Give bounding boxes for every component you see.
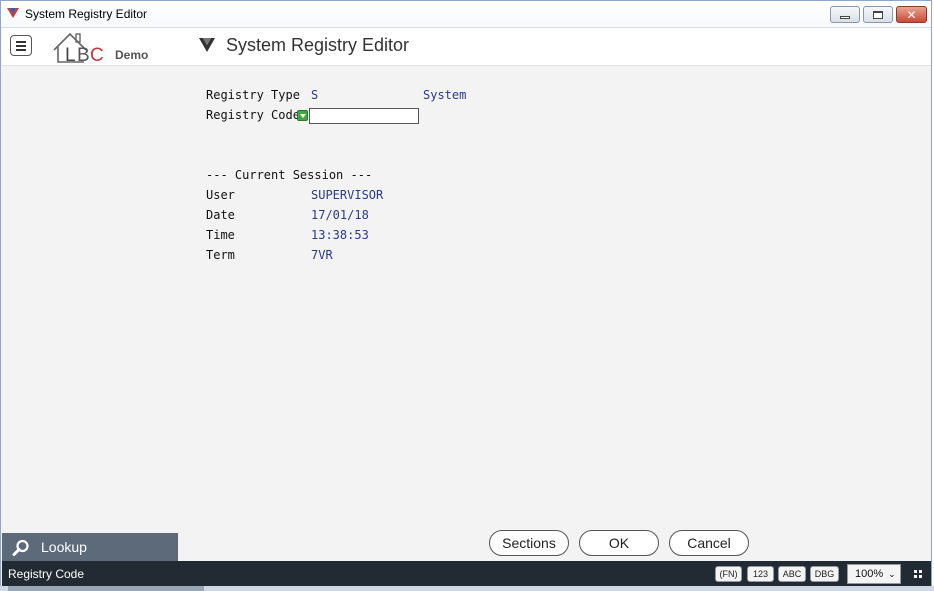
fn-mode-chip[interactable]: (FN): [715, 566, 742, 582]
sections-button[interactable]: Sections: [489, 530, 569, 556]
status-bar: Registry Code (FN) 123 ABC DBG 100% ⌄: [2, 561, 931, 587]
lookup-indicator-icon[interactable]: [297, 110, 308, 121]
registry-type-description: System: [423, 88, 467, 102]
svg-text:C: C: [90, 45, 104, 66]
window-title: System Registry Editor: [25, 7, 148, 21]
underlying-window-tab: [8, 586, 204, 591]
search-icon: [12, 539, 29, 556]
maximize-icon: [873, 10, 883, 19]
current-field-name: Registry Code: [8, 567, 85, 581]
session-time-label: Time: [206, 228, 235, 242]
app-header: L B C Demo System Registry Editor: [2, 28, 931, 66]
session-heading: --- Current Session ---: [206, 168, 373, 182]
registry-code-input[interactable]: [309, 108, 419, 124]
session-term-label: Term: [206, 248, 235, 262]
zoom-value: 100%: [855, 568, 884, 580]
numeric-mode-chip[interactable]: 123: [747, 566, 774, 582]
underlying-window-strip: [0, 586, 934, 591]
ok-button[interactable]: OK: [579, 530, 659, 556]
session-time-value: 13:38:53: [311, 228, 369, 242]
chevron-down-icon: ⌄: [888, 568, 896, 579]
hamburger-menu-button[interactable]: [10, 35, 32, 56]
registry-editor-icon: [199, 38, 215, 52]
app-window: System Registry Editor ✕ L B C Demo Syst…: [0, 0, 932, 591]
session-user-value: SUPERVISOR: [311, 188, 384, 202]
minimize-icon: [840, 15, 850, 19]
debug-mode-chip[interactable]: DBG: [810, 566, 839, 582]
hamburger-icon: [16, 41, 26, 43]
close-icon: ✕: [906, 7, 917, 22]
hamburger-icon-line: [16, 45, 26, 47]
session-user-label: User: [206, 188, 235, 202]
registry-code-label: Registry Code: [206, 108, 300, 122]
zoom-select[interactable]: 100% ⌄: [847, 564, 901, 584]
alpha-mode-chip[interactable]: ABC: [778, 566, 806, 582]
session-date-value: 17/01/18: [311, 208, 369, 222]
form-area: Registry Type S System Registry Code ---…: [2, 67, 931, 561]
page-title: System Registry Editor: [226, 35, 410, 55]
svg-text:B: B: [77, 45, 90, 66]
lookup-button[interactable]: Lookup: [2, 533, 178, 561]
hamburger-icon-line: [16, 49, 26, 51]
maximize-button[interactable]: [863, 6, 893, 23]
title-bar: System Registry Editor ✕: [1, 1, 931, 28]
cancel-button[interactable]: Cancel: [669, 530, 749, 556]
minimize-button[interactable]: [830, 6, 860, 23]
logo-subtitle: Demo: [115, 48, 149, 62]
app-logo-icon: [7, 8, 19, 18]
grid-icon[interactable]: [914, 570, 922, 578]
session-term-value: 7VR: [311, 248, 333, 262]
lookup-label: Lookup: [41, 539, 87, 555]
session-date-label: Date: [206, 208, 235, 222]
registry-type-code: S: [311, 88, 319, 102]
registry-type-label: Registry Type: [206, 88, 300, 102]
svg-text:L: L: [65, 45, 76, 66]
close-button[interactable]: ✕: [896, 6, 927, 23]
